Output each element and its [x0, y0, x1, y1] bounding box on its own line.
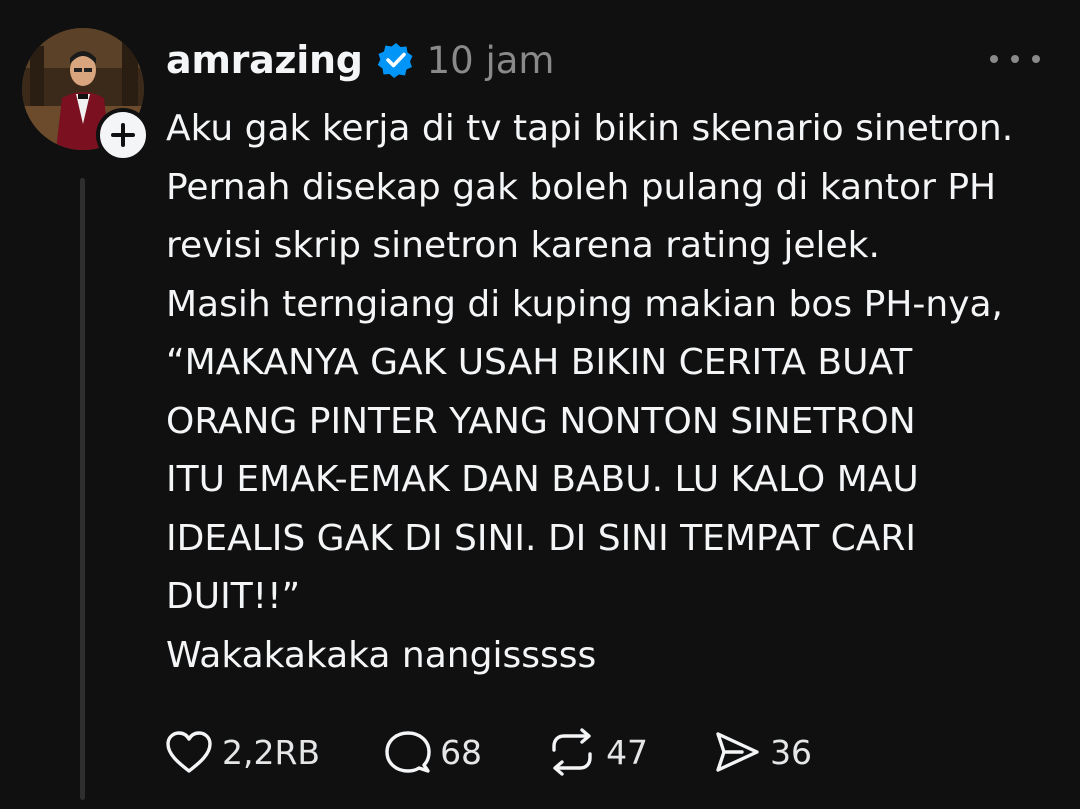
- thread-post: amrazing 10 jam Aku gak kerja di tv tapi…: [0, 0, 1080, 809]
- post-text-line: Wakakakaka nangisssss: [166, 634, 597, 676]
- repost-count: 47: [606, 732, 649, 772]
- send-icon: [716, 732, 759, 772]
- post-text-line: IDEALIS GAK DI SINI. DI SINI TEMPAT CARI: [166, 517, 917, 559]
- share-button[interactable]: 36: [712, 729, 812, 775]
- share-count: 36: [770, 732, 813, 772]
- post-text-line: DUIT!!”: [166, 576, 301, 617]
- thread-connector-line: [80, 178, 85, 800]
- post-header: amrazing 10 jam: [166, 34, 554, 86]
- comment-count: 68: [440, 732, 483, 772]
- post-text-line: Aku gak kerja di tv tapi bikin skenario …: [166, 108, 1014, 149]
- like-count: 2,2RB: [222, 732, 321, 772]
- follow-button[interactable]: [96, 108, 150, 162]
- verified-badge-icon: [377, 41, 415, 79]
- repost-icon: [552, 728, 592, 776]
- post-text-line: “MAKANYA GAK USAH BIKIN CERITA BUAT: [166, 342, 913, 383]
- like-button[interactable]: 2,2RB: [164, 729, 320, 775]
- post-text-line: Masih terngiang di kuping makian bos PH-…: [166, 283, 1003, 325]
- plus-icon: [111, 123, 135, 147]
- post-text-line: ITU EMAK-EMAK DAN BABU. LU KALO MAU: [166, 459, 919, 500]
- action-bar: 2,2RB 68 47 36: [164, 724, 876, 780]
- post-body: Aku gak kerja di tv tapi bikin skenario …: [166, 100, 1066, 685]
- comment-button[interactable]: 68: [384, 729, 482, 775]
- comment-bubble-icon: [385, 731, 431, 773]
- more-dots-icon[interactable]: [990, 44, 1040, 74]
- timestamp: 10 jam: [426, 38, 555, 82]
- post-text-line: Pernah disekap gak boleh pulang di kanto…: [166, 166, 997, 208]
- username[interactable]: amrazing: [166, 38, 363, 82]
- heart-icon: [166, 731, 212, 773]
- post-text-line: ORANG PINTER YANG NONTON SINETRON: [166, 400, 916, 442]
- post-text-line: revisi skrip sinetron karena rating jele…: [166, 225, 880, 266]
- repost-button[interactable]: 47: [546, 728, 648, 776]
